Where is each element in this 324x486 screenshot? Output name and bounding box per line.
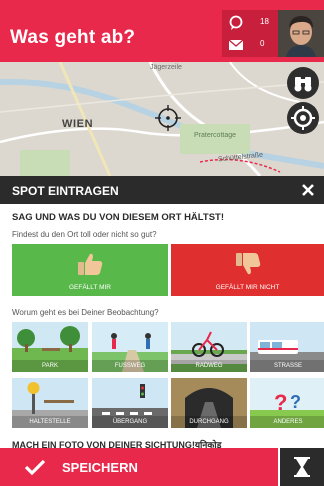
- category-label: DURCHGANG: [171, 416, 247, 428]
- avatar[interactable]: [278, 10, 324, 57]
- map-label-north: Jägerzeile: [150, 64, 182, 71]
- panel-header: SPOT EINTRAGEN: [0, 176, 324, 204]
- spot-form: SAG UND WAS DU VON DIESEM ORT HÄLTST! Fi…: [0, 204, 324, 450]
- category-uebergang[interactable]: ÜBERGANG: [92, 378, 168, 428]
- binoculars-icon: [294, 77, 312, 92]
- category-label: HALTESTELLE: [12, 416, 88, 428]
- category-question: Worum geht es bei Deiner Beobachtung?: [12, 308, 159, 317]
- category-label: ÜBERGANG: [92, 416, 168, 428]
- save-label: SPEICHERN: [62, 460, 138, 475]
- map-label-east: Pratercottage: [194, 132, 237, 139]
- category-strasse[interactable]: STRASSE: [250, 322, 324, 372]
- thumbs-up-icon: [78, 253, 103, 275]
- comment-icon: [229, 15, 243, 30]
- page-title: Was geht ab?: [10, 27, 136, 48]
- category-label: STRASSE: [250, 360, 324, 372]
- hourglass-icon: [294, 457, 310, 477]
- category-label: ANDERES: [250, 416, 324, 428]
- category-park[interactable]: PARK: [12, 322, 88, 372]
- form-heading: SAG UND WAS DU VON DIESEM ORT HÄLTST!: [12, 212, 224, 223]
- close-icon: [302, 184, 314, 196]
- like-button[interactable]: GEFÄLLT MIR: [12, 244, 168, 296]
- category-label: PARK: [12, 360, 88, 372]
- svg-text:?: ?: [290, 392, 301, 412]
- category-label: FUSSWEG: [92, 360, 168, 372]
- pending-button[interactable]: [280, 448, 324, 486]
- comments-count-row[interactable]: 18: [228, 15, 278, 33]
- envelope-icon: [228, 39, 244, 50]
- map-view[interactable]: Jägerzeile WIEN Pratercottage Schüttelst…: [0, 62, 324, 176]
- checkmark-icon: [24, 459, 46, 476]
- dislike-button[interactable]: GEFÄLLT MIR NICHT: [171, 244, 324, 296]
- panel-title: SPOT EINTRAGEN: [12, 184, 119, 198]
- messages-count: 0: [260, 39, 265, 48]
- messages-count-row[interactable]: 0: [228, 37, 278, 55]
- thumbs-down-icon: [235, 253, 260, 275]
- notification-counts[interactable]: 18 0: [222, 10, 278, 57]
- category-fussweg[interactable]: FUSSWEG: [92, 322, 168, 372]
- comments-count: 18: [260, 17, 269, 26]
- map-canvas: [0, 62, 324, 176]
- user-avatar-image: [278, 10, 324, 57]
- category-haltestelle[interactable]: HALTESTELLE: [12, 378, 88, 428]
- explore-button[interactable]: [287, 67, 319, 99]
- dislike-label: GEFÄLLT MIR NICHT: [215, 284, 280, 291]
- bottom-bar: SPEICHERN: [0, 448, 324, 486]
- category-radweg[interactable]: RADWEG: [171, 322, 247, 372]
- category-anderes[interactable]: ? ? ANDERES: [250, 378, 324, 428]
- category-durchgang[interactable]: DURCHGANG: [171, 378, 247, 428]
- app-header: Was geht ab? 18 0: [0, 0, 324, 62]
- save-button[interactable]: SPEICHERN: [0, 448, 278, 486]
- app-root: Was geht ab? 18 0 Jägerzeile WIEN Prater…: [0, 0, 324, 486]
- locate-me-button[interactable]: [287, 102, 319, 134]
- map-label-city: WIEN: [62, 118, 94, 130]
- crosshair-icon: [291, 106, 315, 130]
- svg-text:?: ?: [274, 390, 287, 415]
- close-button[interactable]: [298, 180, 318, 200]
- form-question: Findest du den Ort toll oder nicht so gu…: [12, 230, 157, 239]
- category-label: RADWEG: [171, 360, 247, 372]
- like-label: GEFÄLLT MIR: [68, 284, 112, 291]
